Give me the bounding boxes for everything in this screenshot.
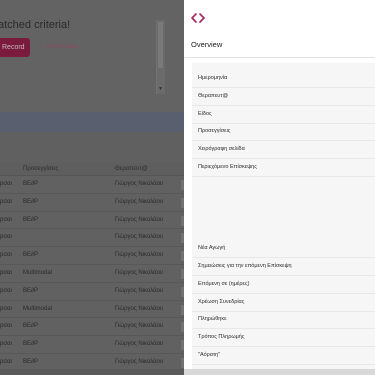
cell-prefix: pσαι	[0, 216, 12, 223]
cell-therapist: Γιώργος Νικολάου	[115, 269, 164, 276]
table-row[interactable]: pσαι BE∂P Γιώργος Νικολάου	[0, 282, 184, 301]
field-label: Τρόπος Πληρωμής	[198, 334, 245, 340]
table-body: pσαι BE∂P Γιώργος Νικολάου pσαι BE∂P Γιώργος …	[0, 176, 184, 372]
table-row[interactable]: pσαι Multimodal Γιώργος Νικολάου	[0, 264, 184, 283]
field-label: Προσεγγίσεις	[198, 128, 231, 134]
cell-prefix: pσαι	[0, 252, 12, 259]
table-row[interactable]: pσαι BE∂P Γιώργος Νικολάου	[0, 318, 184, 337]
overview-panel: Overview Ημερομηνία Θεραπευτ@ Είδος Προσεγγ…	[184, 0, 375, 375]
field-label: Περιεχόμενο Επίσκεψης	[198, 164, 257, 170]
bg-band	[0, 112, 184, 132]
field-divider	[192, 176, 375, 177]
field-label: Πληρώθηκε	[198, 316, 227, 322]
table-row[interactable]: pσαι BE∂P Γιώργος Νικολάου	[0, 247, 184, 265]
cell-therapist: Γιώργος Νικολάου	[115, 198, 164, 205]
cell-prefix: pσαι	[0, 234, 12, 241]
field-label: "Αόρατη"	[198, 352, 221, 358]
code-icon[interactable]	[191, 11, 205, 25]
cell-approach: BE∂P	[23, 252, 38, 259]
panel-title: Overview	[191, 40, 223, 49]
cell-therapist: Γιώργος Νικολάου	[115, 341, 164, 348]
cell-approach: BE∂P	[23, 341, 38, 348]
table-row[interactable]: pσαι BE∂P Γιώργος Νικολάου	[0, 211, 184, 230]
cell-therapist: Γιώργος Νικολάου	[115, 216, 164, 223]
bg-spacer	[0, 132, 184, 163]
field-label: Χειρόγραφη σελίδα	[198, 146, 245, 152]
field-divider	[192, 140, 375, 141]
field-divider	[192, 293, 375, 294]
field-divider	[192, 87, 375, 88]
cell-prefix: pσαι	[0, 287, 12, 294]
cell-prefix: pσαι	[0, 358, 12, 365]
cell-approach: BE∂P	[23, 358, 38, 365]
cell-prefix: pσαι	[0, 198, 12, 205]
bg-heading: atched criteria!	[0, 19, 71, 31]
cell-approach: Multimodal	[23, 269, 53, 276]
cell-therapist: Γιώργος Νικολάου	[115, 181, 164, 187]
field-divider	[192, 328, 375, 329]
cell-therapist: Γιώργος Νικολάου	[115, 287, 164, 294]
table-row[interactable]: pσαι Γιώργος Νικολάου	[0, 229, 184, 248]
cell-therapist: Γιώργος Νικολάου	[115, 234, 164, 241]
cell-therapist: Γιώργος Νικολάου	[115, 358, 164, 365]
cell-approach: BE∂P	[23, 323, 38, 330]
field-label: Χρέωση Συνεδρίας	[198, 299, 245, 305]
field-label: Είδος	[198, 111, 212, 117]
field-label: Θεραπευτ@	[198, 93, 229, 99]
table-row[interactable]: pσαι Multimodal Γιώργος Νικολάου	[0, 300, 184, 319]
record-button[interactable]: Record	[0, 38, 30, 57]
field-label: Σημειώσεις για την επόμενη Επίσκεψη	[198, 263, 292, 269]
field-label: Επόμενη σε (ημέρες)	[198, 281, 250, 287]
bg-scrollbar-thumb[interactable]	[158, 22, 163, 68]
cell-approach: BE∂P	[23, 287, 38, 294]
field-divider	[192, 346, 375, 347]
field-label: Ημερομηνία	[198, 75, 228, 81]
cell-prefix: pσαι	[0, 323, 12, 330]
table-header: Προσεγγίσεις Θεραπευτ@	[0, 163, 184, 176]
field-divider	[192, 364, 375, 365]
column-header-approaches[interactable]: Προσεγγίσεις	[23, 166, 58, 172]
cell-therapist: Γιώργος Νικολάου	[115, 323, 164, 330]
import-data-link[interactable]: ⌄ Import Data	[38, 43, 78, 50]
import-data-label: Import Data	[46, 44, 78, 50]
cell-approach: Multimodal	[23, 305, 53, 312]
column-header-therapist[interactable]: Θεραπευτ@	[115, 166, 148, 172]
cell-therapist: Γιώργος Νικολάου	[115, 305, 164, 312]
cell-prefix: pσαι	[0, 305, 12, 312]
panel-footer	[184, 369, 375, 375]
table-row[interactable]: pσαι BE∂P Γιώργος Νικολάου	[0, 336, 184, 354]
cell-prefix: pσαι	[0, 181, 12, 187]
field-divider	[192, 311, 375, 312]
bg-footer	[0, 369, 184, 375]
field-divider	[192, 105, 375, 106]
cell-prefix: pσαι	[0, 269, 12, 276]
overview-fields: Ημερομηνία Θεραπευτ@ Είδος Προσεγγίσεις Χειρ…	[192, 63, 375, 370]
table-row[interactable]: pσαι BE∂P Γιώργος Νικολάου	[0, 176, 184, 194]
field-divider	[192, 275, 375, 276]
cell-approach: BE∂P	[23, 198, 38, 205]
field-divider	[192, 257, 375, 258]
cell-prefix: pσαι	[0, 341, 12, 348]
cell-approach: BE∂P	[23, 181, 38, 187]
panel-header	[184, 0, 375, 36]
cell-therapist: Γιώργος Νικολάου	[115, 252, 164, 259]
table-row[interactable]: pσαι BE∂P Γιώργος Νικολάου	[0, 193, 184, 212]
cell-approach: BE∂P	[23, 216, 38, 223]
field-divider	[192, 158, 375, 159]
field-divider	[192, 123, 375, 124]
panel-divider	[184, 57, 375, 58]
scroll-down-icon[interactable]: ▼	[158, 86, 163, 92]
bg-table: Προσεγγίσεις Θεραπευτ@ pσαι BE∂P Γιώργος Ν…	[0, 163, 184, 372]
field-label: Νέα Αγωγή	[198, 245, 226, 251]
